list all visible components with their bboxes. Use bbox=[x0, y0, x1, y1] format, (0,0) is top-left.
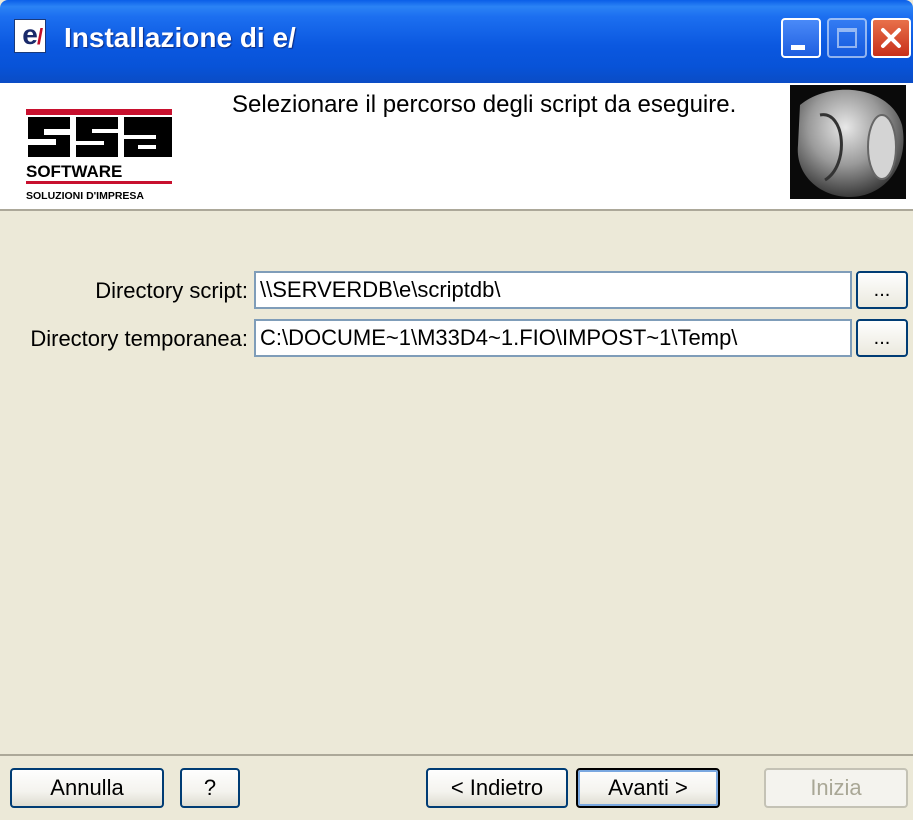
esa-software-logo: SOFTWARE SOLUZIONI D'IMPRESA bbox=[26, 109, 172, 202]
directory-temp-input[interactable]: C:\DOCUME~1\M33D4~1.FIO\IMPOST~1\Temp\ bbox=[254, 319, 852, 357]
header-decorative-image bbox=[790, 85, 906, 199]
header-message: Selezionare il percorso degli script da … bbox=[232, 91, 737, 118]
window-title: Installazione di e/ bbox=[64, 22, 296, 53]
directory-temp-label: Directory temporanea: bbox=[30, 326, 248, 351]
close-icon bbox=[881, 28, 901, 48]
cancel-button[interactable]: Annulla bbox=[10, 768, 164, 808]
title-bar[interactable]: e / Installazione di e/ bbox=[0, 0, 913, 83]
help-button[interactable]: ? bbox=[180, 768, 240, 808]
maximize-button bbox=[827, 18, 867, 58]
close-button[interactable] bbox=[871, 18, 911, 58]
minimize-icon bbox=[791, 45, 805, 50]
footer-separator bbox=[0, 754, 913, 756]
app-icon[interactable]: e / bbox=[14, 19, 46, 53]
browse-temp-button[interactable]: ... bbox=[856, 319, 908, 357]
svg-text:SOLUZIONI D'IMPRESA: SOLUZIONI D'IMPRESA bbox=[26, 190, 144, 202]
wizard-header: SOFTWARE SOLUZIONI D'IMPRESA Selezionare… bbox=[0, 83, 913, 211]
directory-script-input[interactable]: \\SERVERDB\e\scriptdb\ bbox=[254, 271, 852, 309]
start-button: Inizia bbox=[764, 768, 908, 808]
minimize-button[interactable] bbox=[781, 18, 821, 58]
installer-window: e / Installazione di e/ SOFTWARE SOLUZION… bbox=[0, 0, 913, 820]
svg-text:SOFTWARE: SOFTWARE bbox=[26, 162, 122, 181]
directory-script-label: Directory script: bbox=[95, 278, 248, 303]
browse-script-button[interactable]: ... bbox=[856, 271, 908, 309]
back-button[interactable]: < Indietro bbox=[426, 768, 568, 808]
maximize-icon bbox=[837, 28, 857, 48]
next-button[interactable]: Avanti > bbox=[576, 768, 720, 808]
